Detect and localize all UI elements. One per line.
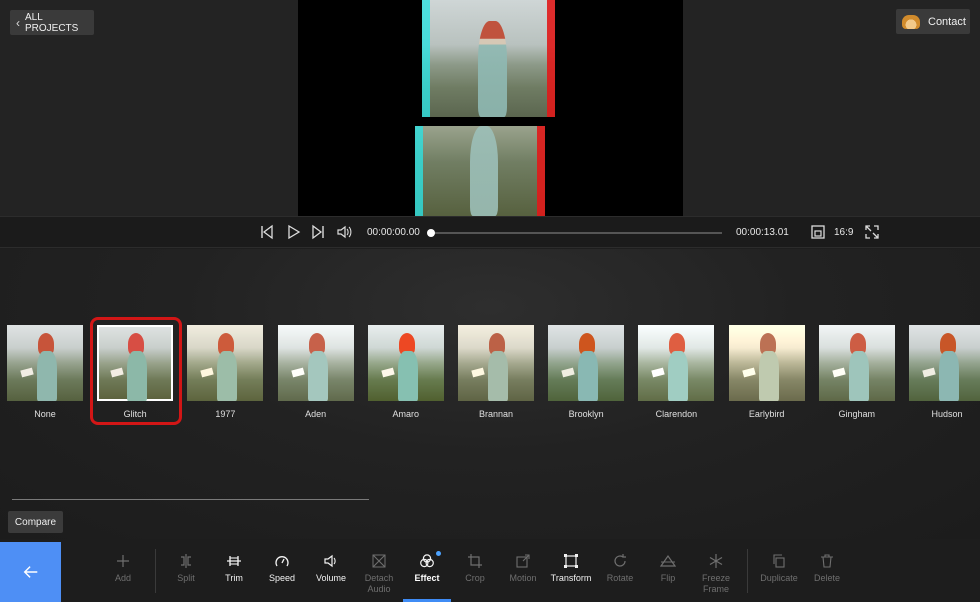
detach-audio-icon xyxy=(356,551,402,571)
effect-tool[interactable]: Effect xyxy=(404,551,450,599)
effect-label: Gingham xyxy=(838,409,876,419)
effect-item-gingham[interactable]: Gingham xyxy=(818,325,895,420)
crop-tool[interactable]: Crop xyxy=(452,551,498,599)
duplicate-tool[interactable]: Duplicate xyxy=(756,551,802,599)
detach-audio-tool[interactable]: Detach Audio xyxy=(356,551,402,599)
speaker-icon xyxy=(337,225,352,239)
transform-tool[interactable]: Transform xyxy=(548,551,594,599)
skip-back-button[interactable] xyxy=(258,223,276,241)
arrow-left-icon xyxy=(23,566,37,578)
freeze-frame-tool[interactable]: Freeze Frame xyxy=(693,551,739,599)
trim-tool[interactable]: Trim xyxy=(211,551,257,599)
crop-icon xyxy=(452,551,498,571)
effect-item-earlybird[interactable]: Earlybird xyxy=(728,325,805,420)
flip-tool[interactable]: Flip xyxy=(645,551,691,599)
volume-button[interactable] xyxy=(335,223,353,241)
aspect-ratio-label: 16:9 xyxy=(834,227,854,238)
contact-button[interactable]: Contact xyxy=(896,9,970,34)
skip-forward-button[interactable] xyxy=(309,223,327,241)
volume-icon xyxy=(308,551,354,571)
effect-icon xyxy=(404,551,450,571)
back-button[interactable] xyxy=(0,542,61,602)
trash-icon xyxy=(804,551,850,571)
bottom-toolbar: Add Split Trim Speed Volume Detach Audio … xyxy=(0,539,980,602)
effect-label: Brannan xyxy=(478,409,514,419)
plus-icon xyxy=(100,551,146,571)
video-frame-bottom xyxy=(415,126,545,216)
aspect-ratio-icon xyxy=(811,225,825,239)
effect-label: Amaro xyxy=(392,409,420,419)
chevron-left-icon: ‹ xyxy=(16,15,20,30)
effect-thumbnail xyxy=(7,325,83,401)
preview-area: ‹ ALL PROJECTS Contact xyxy=(0,0,980,216)
skip-forward-icon xyxy=(312,224,324,240)
video-canvas[interactable] xyxy=(298,0,683,216)
effect-label: Brooklyn xyxy=(568,409,604,419)
effect-label: Hudson xyxy=(931,409,963,419)
speed-tool[interactable]: Speed xyxy=(259,551,305,599)
add-tool[interactable]: Add xyxy=(100,551,146,599)
duplicate-icon xyxy=(756,551,802,571)
total-time: 00:00:13.01 xyxy=(736,227,789,238)
contact-label: Contact xyxy=(928,15,966,28)
effect-label: Glitch xyxy=(123,409,147,419)
compare-button[interactable]: Compare xyxy=(8,511,63,533)
flip-icon xyxy=(645,551,691,571)
delete-tool[interactable]: Delete xyxy=(804,551,850,599)
current-time: 00:00:00.00 xyxy=(367,227,420,238)
transform-icon xyxy=(548,551,594,571)
split-icon xyxy=(163,551,209,571)
effect-label: Earlybird xyxy=(748,409,785,419)
play-button[interactable] xyxy=(284,223,302,241)
volume-tool[interactable]: Volume xyxy=(308,551,354,599)
motion-tool[interactable]: Motion xyxy=(500,551,546,599)
effect-thumbnail xyxy=(458,325,534,401)
effect-item-brannan[interactable]: Brannan xyxy=(458,325,534,420)
video-editor-app: ‹ ALL PROJECTS Contact 00:00:00.00 00:00… xyxy=(0,0,980,602)
skip-back-icon xyxy=(261,224,273,240)
all-projects-button[interactable]: ‹ ALL PROJECTS xyxy=(10,10,94,35)
effect-item-hudson[interactable]: Hudson xyxy=(909,325,980,420)
playback-bar: 00:00:00.00 00:00:13.01 16:9 xyxy=(0,216,980,248)
effect-item-1977[interactable]: 1977 xyxy=(187,325,264,420)
progress-track[interactable] xyxy=(430,232,722,234)
rotate-icon xyxy=(597,551,643,571)
motion-icon xyxy=(500,551,546,571)
aspect-ratio-button[interactable] xyxy=(809,223,827,241)
effect-item-brooklyn[interactable]: Brooklyn xyxy=(548,325,625,420)
effect-thumbnail xyxy=(638,325,715,401)
effect-label: None xyxy=(34,409,56,419)
effect-label: 1977 xyxy=(215,409,236,419)
video-frame-top xyxy=(422,0,555,117)
rotate-tool[interactable]: Rotate xyxy=(597,551,643,599)
effect-label: Clarendon xyxy=(655,409,698,419)
split-tool[interactable]: Split xyxy=(163,551,209,599)
fullscreen-button[interactable] xyxy=(863,223,881,241)
effect-thumbnail xyxy=(728,325,805,401)
snowflake-icon xyxy=(693,551,739,571)
effect-thumbnail xyxy=(97,325,174,401)
effect-thumbnail xyxy=(187,325,264,401)
effect-thumbnail xyxy=(818,325,895,401)
effect-item-glitch[interactable]: Glitch xyxy=(97,325,174,420)
effect-item-amaro[interactable]: Amaro xyxy=(367,325,444,420)
expand-icon xyxy=(865,225,879,239)
trim-icon xyxy=(211,551,257,571)
effect-new-dot xyxy=(436,551,441,556)
speedometer-icon xyxy=(259,551,305,571)
effect-item-clarendon[interactable]: Clarendon xyxy=(638,325,715,420)
effects-panel: None Glitch 1977 Aden Amaro Brannan Brooklyn Cl… xyxy=(0,249,980,539)
effect-label: Aden xyxy=(305,409,327,419)
effect-thumbnail xyxy=(909,325,980,401)
effect-thumbnail xyxy=(367,325,444,401)
effect-thumbnail xyxy=(277,325,354,401)
all-projects-label: ALL PROJECTS xyxy=(25,11,79,34)
compare-divider xyxy=(12,499,369,500)
effect-thumbnail xyxy=(548,325,625,401)
effect-item-aden[interactable]: Aden xyxy=(277,325,354,420)
play-icon xyxy=(288,224,301,240)
effect-item-none[interactable]: None xyxy=(7,325,83,420)
progress-knob[interactable] xyxy=(427,229,435,237)
contact-avatar-icon xyxy=(902,14,920,29)
